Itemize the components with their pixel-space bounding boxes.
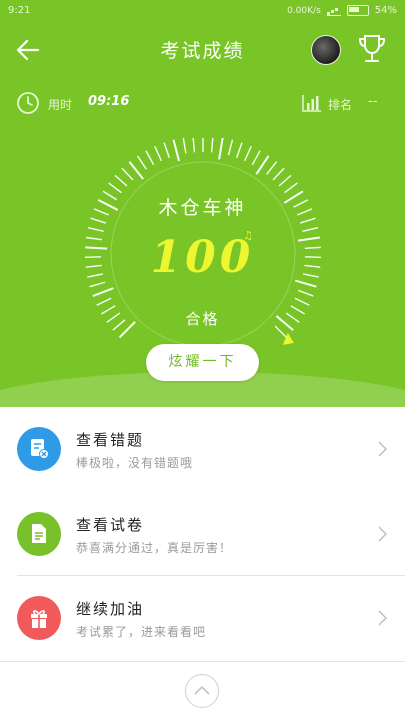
gauge-tick [210,138,214,153]
battery-level: 54% [374,5,397,16]
gauge-tick [136,155,147,170]
music-note-icon: ♫ [243,229,253,242]
status-indicators: 0.00K/s 54% [287,5,397,16]
gauge-tick [192,138,196,153]
result-status: 合格 [185,310,220,328]
top-bar: 考试成绩 [0,22,405,78]
page-title: 考试成绩 [160,40,245,62]
battery-icon [346,5,369,16]
chevron-up-icon [194,685,210,695]
time-value: 09:16 [88,94,130,109]
chevron-right-icon [378,441,387,457]
signal-icon [326,6,341,16]
gauge-tick [278,174,292,187]
gift-icon [17,596,61,640]
gauge-tick [154,146,162,162]
collapse-button[interactable] [185,674,219,708]
item-title: 查看错题 [76,431,145,449]
gauge-tick [128,161,144,180]
item-title: 查看试卷 [76,516,145,534]
item-title: 继续加油 [76,600,145,618]
gauge-tick [87,227,104,232]
clock-icon [17,92,39,114]
rank-label: 排名 [328,98,353,112]
gauge-tick [114,174,128,187]
list-item-wrong-answers[interactable]: 查看错题 棒极啦，没有错题哦 [0,407,405,491]
gauge-tick [227,139,234,156]
gauge-tick [108,182,122,194]
rank-chart-icon [302,95,321,112]
net-speed: 0.00K/s [287,5,321,16]
gauge-tick [163,142,170,158]
trophy-icon[interactable] [356,32,388,66]
gauge-tick [92,287,114,298]
rank-value: -- [368,94,378,109]
chevron-right-icon [378,526,387,542]
gauge-tick [218,138,224,160]
gauge-tick [96,297,112,306]
item-subtitle: 考试累了，进来看看吧 [76,625,207,639]
result-hero: 9:21 0.00K/s 54% 考试成绩 用时 09:16 排名 -- 木仓车… [0,0,405,407]
gauge-tick [255,155,270,175]
user-name: 木仓车神 [158,197,247,219]
gauge-tick [236,142,243,158]
status-time: 9:21 [8,5,31,16]
status-bar: 9:21 0.00K/s 54% [0,0,405,22]
gauge-tick [251,150,261,166]
gauge-tick [302,227,319,232]
exam-paper-icon [17,512,61,556]
gauge-tick [298,289,314,297]
time-label: 用时 [48,98,73,112]
list-item-keep-going[interactable]: 继续加油 考试累了，进来看看吧 [0,576,405,660]
item-subtitle: 恭喜满分通过，真是厉害！ [76,541,233,555]
divider [0,661,405,662]
item-subtitle: 棒极啦，没有错题哦 [76,456,194,470]
gauge-tick [284,182,298,194]
gauge-tick [294,297,310,306]
avatar[interactable] [311,35,341,65]
list-item-exam-paper[interactable]: 查看试卷 恭喜满分通过，真是厉害！ [0,492,405,576]
info-row: 用时 09:16 排名 -- [0,88,405,120]
gauge-tick [182,138,187,154]
wrong-answers-icon [17,427,61,471]
score-value: 100 [150,232,255,283]
gauge-tick [272,167,285,181]
chevron-right-icon [378,610,387,626]
gauge-tick [172,139,180,162]
share-button[interactable]: 炫耀一下 [146,344,259,381]
gauge-tick [145,150,155,166]
gauge-tick [121,167,134,181]
gauge-tick [266,161,278,175]
gauge-tick [244,146,252,162]
